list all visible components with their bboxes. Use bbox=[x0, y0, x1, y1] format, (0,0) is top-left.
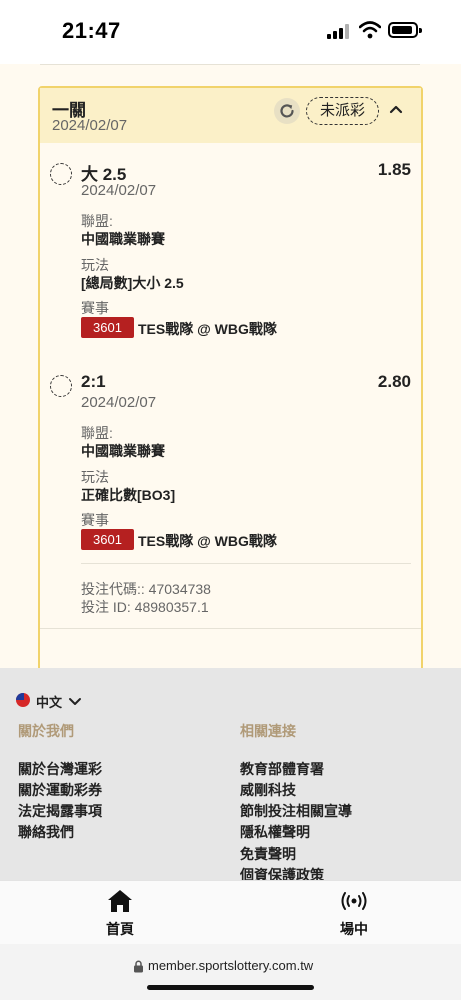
pending-status-icon bbox=[50, 163, 72, 185]
league-label: 聯盟: bbox=[81, 425, 113, 441]
bet-ticket: 一關 2024/02/07 未派彩 大 2.5 1.85 2024/02/07 … bbox=[38, 86, 423, 668]
market-value: [總局數]大小 2.5 bbox=[81, 275, 184, 291]
home-icon bbox=[108, 890, 132, 912]
footer-link-legal-disclosure[interactable]: 法定揭露事項 bbox=[18, 801, 102, 821]
battery-icon bbox=[388, 22, 422, 38]
ticket-date: 2024/02/07 bbox=[52, 117, 128, 134]
market-value: 正確比數[BO3] bbox=[81, 487, 176, 503]
bet-slip-area: 一關 2024/02/07 未派彩 大 2.5 1.85 2024/02/07 … bbox=[0, 64, 461, 668]
selection-odds: 2.80 bbox=[377, 372, 411, 391]
event-label: 賽事 bbox=[81, 512, 109, 528]
event-name: TES戰隊 @ WBG戰隊 bbox=[138, 321, 277, 337]
selection-item: 2:1 2.80 2024/02/07 聯盟: 中國職業聯賽 玩法 正確比數[B… bbox=[40, 370, 421, 550]
language-label: 中文 bbox=[36, 695, 63, 710]
about-heading: 關於我們 bbox=[18, 723, 74, 739]
footer-link-about-sports-lottery[interactable]: 關於運動彩券 bbox=[18, 780, 102, 800]
selection-date: 2024/02/07 bbox=[81, 182, 157, 199]
bet-code: 投注代碼:: 47034738 bbox=[81, 581, 211, 597]
status-time: 21:47 bbox=[62, 18, 121, 43]
selection-item: 大 2.5 1.85 2024/02/07 聯盟: 中國職業聯賽 玩法 [總局數… bbox=[40, 158, 421, 338]
pending-status-icon bbox=[50, 375, 72, 397]
nav-live-label: 場中 bbox=[340, 921, 368, 937]
footer-link-sports-admin[interactable]: 教育部體育署 bbox=[240, 759, 324, 779]
event-name: TES戰隊 @ WBG戰隊 bbox=[138, 533, 277, 549]
wifi-icon bbox=[359, 21, 381, 39]
related-heading: 相關連接 bbox=[240, 723, 296, 739]
chevron-down-icon bbox=[69, 698, 81, 705]
lock-icon bbox=[134, 960, 143, 973]
market-label: 玩法 bbox=[81, 469, 109, 485]
selection-name: 2:1 bbox=[81, 372, 106, 391]
event-label: 賽事 bbox=[81, 300, 109, 316]
league-value: 中國職業聯賽 bbox=[81, 231, 165, 247]
nav-home-label: 首頁 bbox=[106, 921, 134, 937]
divider bbox=[81, 563, 411, 564]
footer-link-data-protection[interactable]: 個資保護政策 bbox=[240, 865, 324, 880]
home-indicator bbox=[147, 985, 314, 990]
market-label: 玩法 bbox=[81, 257, 109, 273]
site-footer: 中文 關於我們 相關連接 關於台灣運彩 關於運動彩券 法定揭露事項 聯絡我們 教… bbox=[0, 668, 461, 880]
url-text: member.sportslottery.com.tw bbox=[148, 958, 314, 973]
selection-date: 2024/02/07 bbox=[81, 394, 157, 411]
footer-link-responsible-gambling[interactable]: 節制投注相關宣導 bbox=[240, 801, 352, 821]
footer-link-contact[interactable]: 聯絡我們 bbox=[18, 822, 74, 842]
event-code-badge: 3601 bbox=[81, 529, 134, 550]
broadcast-icon bbox=[341, 892, 367, 910]
selection-odds: 1.85 bbox=[377, 160, 411, 179]
status-bar: 21:47 bbox=[0, 0, 461, 64]
league-label: 聯盟: bbox=[81, 213, 113, 229]
bet-id: 投注 ID: 48980357.1 bbox=[81, 599, 209, 615]
footer-link-about-taiwan-lottery[interactable]: 關於台灣運彩 bbox=[18, 759, 102, 779]
payout-status-badge: 未派彩 bbox=[306, 97, 379, 125]
flag-icon bbox=[16, 693, 30, 707]
browser-url-bar[interactable]: member.sportslottery.com.tw bbox=[0, 944, 461, 1000]
footer-link-disclaimer[interactable]: 免責聲明 bbox=[240, 844, 296, 864]
nav-home[interactable]: 首頁 bbox=[80, 889, 160, 941]
nav-live[interactable]: 場中 bbox=[314, 889, 394, 941]
footer-link-privacy[interactable]: 隱私權聲明 bbox=[240, 822, 310, 842]
league-value: 中國職業聯賽 bbox=[81, 443, 165, 459]
event-code-badge: 3601 bbox=[81, 317, 134, 338]
refresh-button[interactable] bbox=[274, 98, 300, 124]
divider bbox=[40, 64, 420, 65]
footer-link-adata[interactable]: 威剛科技 bbox=[240, 780, 296, 800]
chevron-up-icon[interactable] bbox=[384, 98, 408, 122]
bottom-navigation: 首頁 場中 bbox=[0, 880, 461, 944]
divider bbox=[40, 628, 421, 629]
refresh-icon bbox=[280, 104, 294, 118]
ticket-header[interactable]: 一關 2024/02/07 未派彩 bbox=[40, 88, 421, 143]
cellular-signal-icon bbox=[327, 24, 351, 39]
